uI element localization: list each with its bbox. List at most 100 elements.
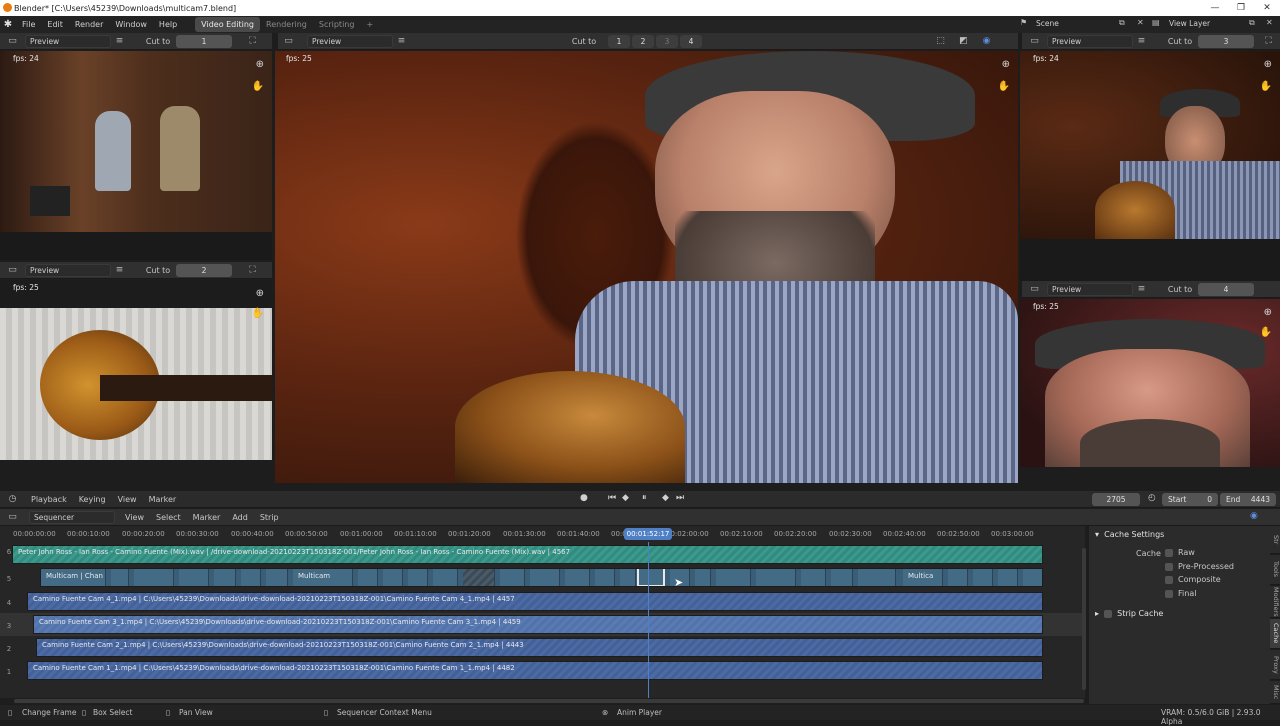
editor-type-icon[interactable]: ▭ xyxy=(1028,35,1041,48)
sidebar-tab-proxy[interactable]: Proxy xyxy=(1270,650,1280,680)
pause-icon[interactable]: ⏸ xyxy=(642,493,647,503)
zoom-icon[interactable]: ⊕ xyxy=(256,59,264,70)
blender-menu-icon[interactable]: ✱ xyxy=(0,19,16,30)
new-view-layer-icon[interactable]: ⧉ xyxy=(1249,18,1255,28)
jump-start-icon[interactable]: ⏮ xyxy=(608,493,616,503)
channel-area[interactable]: 6 5 4 3 2 1 Peter John Ross - Ian Ross -… xyxy=(0,542,1085,698)
hamburger-menu-icon[interactable]: ≡ xyxy=(113,264,126,277)
scrollbar-thumb[interactable] xyxy=(14,699,1084,703)
cut-to-camera-field[interactable]: 1 xyxy=(176,34,232,48)
checkbox-icon[interactable] xyxy=(1104,609,1113,618)
sidebar-tab-cache[interactable]: Cache xyxy=(1270,619,1280,649)
menu-window[interactable]: Window xyxy=(109,20,153,29)
multicam-strip[interactable]: Multicam | Chan Multicam Multica xyxy=(40,568,1043,587)
pan-hand-icon[interactable]: ✋ xyxy=(1260,81,1272,92)
sound-strip[interactable]: Peter John Ross - Ian Ross - Camino Fuen… xyxy=(12,545,1043,564)
hamburger-menu-icon[interactable]: ≡ xyxy=(113,35,126,48)
keyframe-next-icon[interactable]: ◆ xyxy=(662,493,669,503)
menu-view[interactable]: View xyxy=(118,495,137,504)
display-mode-icon[interactable]: ⬚ xyxy=(934,35,947,48)
pan-hand-icon[interactable]: ✋ xyxy=(252,308,264,319)
pan-hand-icon[interactable]: ✋ xyxy=(252,81,264,92)
new-scene-icon[interactable]: ⧉ xyxy=(1119,18,1125,28)
keyframe-prev-icon[interactable]: ◆ xyxy=(622,493,629,503)
menu-render[interactable]: Render xyxy=(69,20,109,29)
cache-composite-checkbox[interactable]: Composite xyxy=(1165,575,1221,584)
seq-menu-strip[interactable]: Strip xyxy=(260,513,279,522)
hamburger-menu-icon[interactable]: ≡ xyxy=(1135,283,1148,296)
record-icon[interactable]: ● xyxy=(580,493,588,503)
overlay-icon[interactable]: ⛶ xyxy=(246,35,259,48)
overlay-toggle-icon[interactable]: ◉ xyxy=(1250,511,1258,521)
time-ruler[interactable]: 00:00:00:00 00:00:10:00 00:00:20:00 00:0… xyxy=(0,526,1085,542)
sidebar-tab-tools[interactable]: Tools xyxy=(1270,555,1280,585)
movie-strip-cam3[interactable]: Camino Fuente Cam 3_1.mp4 | C:\Users\452… xyxy=(33,615,1043,634)
tab-scripting[interactable]: Scripting xyxy=(313,17,361,32)
hamburger-menu-icon[interactable]: ≡ xyxy=(1135,35,1148,48)
gizmo-icon[interactable]: ◉ xyxy=(980,35,993,48)
view-mode-dropdown[interactable]: Preview xyxy=(307,34,393,48)
editor-type-icon[interactable]: ▭ xyxy=(282,35,295,48)
overlay-icon[interactable]: ⛶ xyxy=(1262,35,1275,48)
cut-to-camera-field[interactable]: 2 xyxy=(176,263,232,277)
cut-to-button-1[interactable]: 1 xyxy=(608,34,630,48)
view-mode-dropdown[interactable]: Preview xyxy=(1047,282,1133,296)
menu-playback[interactable]: Playback xyxy=(31,495,67,504)
movie-strip-cam4[interactable]: Camino Fuente Cam 4_1.mp4 | C:\Users\452… xyxy=(27,592,1043,611)
channels-icon[interactable]: ◩ xyxy=(957,35,970,48)
cut-to-button-3[interactable]: 3 xyxy=(656,34,678,48)
start-frame-field[interactable]: Start 0 xyxy=(1162,493,1218,506)
tab-rendering[interactable]: Rendering xyxy=(260,17,313,32)
pan-hand-icon[interactable]: ✋ xyxy=(1260,327,1272,338)
zoom-icon[interactable]: ⊕ xyxy=(1002,59,1010,70)
scene-selector[interactable]: Scene xyxy=(1032,18,1132,31)
sequencer-type-dropdown[interactable]: Sequencer xyxy=(29,510,115,524)
cut-to-camera-field[interactable]: 3 xyxy=(1198,34,1254,48)
menu-help[interactable]: Help xyxy=(153,20,183,29)
sidebar-tab-strip[interactable]: Str xyxy=(1270,526,1280,554)
seq-menu-marker[interactable]: Marker xyxy=(193,513,221,522)
cache-final-checkbox[interactable]: Final xyxy=(1165,589,1196,598)
menu-file[interactable]: File xyxy=(16,20,41,29)
timeline-editor-icon[interactable]: ◷ xyxy=(6,493,19,506)
delete-scene-icon[interactable]: ✕ xyxy=(1137,18,1144,27)
view-layer-selector[interactable]: View Layer xyxy=(1165,18,1245,31)
cancel-render-icon[interactable]: ⊗ xyxy=(602,708,608,717)
sidebar-tab-misc[interactable]: Misc xyxy=(1270,681,1280,704)
cut-to-button-4[interactable]: 4 xyxy=(680,34,702,48)
view-mode-dropdown[interactable]: Preview xyxy=(1047,34,1133,48)
editor-type-icon[interactable]: ▭ xyxy=(6,264,19,277)
add-workspace-button[interactable]: + xyxy=(360,17,379,32)
cut-to-camera-field[interactable]: 4 xyxy=(1198,282,1254,296)
zoom-icon[interactable]: ⊕ xyxy=(256,288,264,299)
strip-cache-panel-header[interactable]: ▸ Strip Cache xyxy=(1095,609,1163,618)
playhead-line[interactable] xyxy=(648,542,649,698)
menu-edit[interactable]: Edit xyxy=(41,20,69,29)
menu-marker[interactable]: Marker xyxy=(149,495,177,504)
seq-menu-view[interactable]: View xyxy=(125,513,144,522)
editor-type-icon[interactable]: ▭ xyxy=(1028,283,1041,296)
minimize-button[interactable]: — xyxy=(1202,0,1228,16)
view-mode-dropdown[interactable]: Preview xyxy=(25,34,111,48)
cache-preprocessed-checkbox[interactable]: Pre-Processed xyxy=(1165,562,1234,571)
movie-strip-cam1[interactable]: Camino Fuente Cam 1_1.mp4 | C:\Users\452… xyxy=(27,661,1043,680)
sidebar-tab-modifiers[interactable]: Modifiers xyxy=(1270,586,1280,618)
view-mode-dropdown[interactable]: Preview xyxy=(25,263,111,277)
hamburger-menu-icon[interactable]: ≡ xyxy=(395,35,408,48)
cache-settings-panel-header[interactable]: ▾ Cache Settings xyxy=(1095,530,1164,539)
horizontal-scrollbar[interactable] xyxy=(0,698,1085,704)
current-frame-field[interactable]: 2705 xyxy=(1092,493,1140,506)
sequencer-editor-icon[interactable]: ▭ xyxy=(6,511,19,524)
jump-end-icon[interactable]: ⏭ xyxy=(676,493,684,503)
selected-multicam-segment[interactable] xyxy=(637,569,665,586)
playhead-time-badge[interactable]: 00:01:52:17 xyxy=(624,528,672,540)
pan-hand-icon[interactable]: ✋ xyxy=(998,81,1010,92)
zoom-icon[interactable]: ⊕ xyxy=(1264,307,1272,318)
vertical-scrollbar[interactable] xyxy=(1082,548,1086,690)
zoom-icon[interactable]: ⊕ xyxy=(1264,59,1272,70)
editor-type-icon[interactable]: ▭ xyxy=(6,35,19,48)
menu-keying[interactable]: Keying xyxy=(79,495,106,504)
movie-strip-cam2[interactable]: Camino Fuente Cam 2_1.mp4 | C:\Users\452… xyxy=(36,638,1043,657)
seq-menu-select[interactable]: Select xyxy=(156,513,181,522)
cut-to-button-2[interactable]: 2 xyxy=(632,34,654,48)
